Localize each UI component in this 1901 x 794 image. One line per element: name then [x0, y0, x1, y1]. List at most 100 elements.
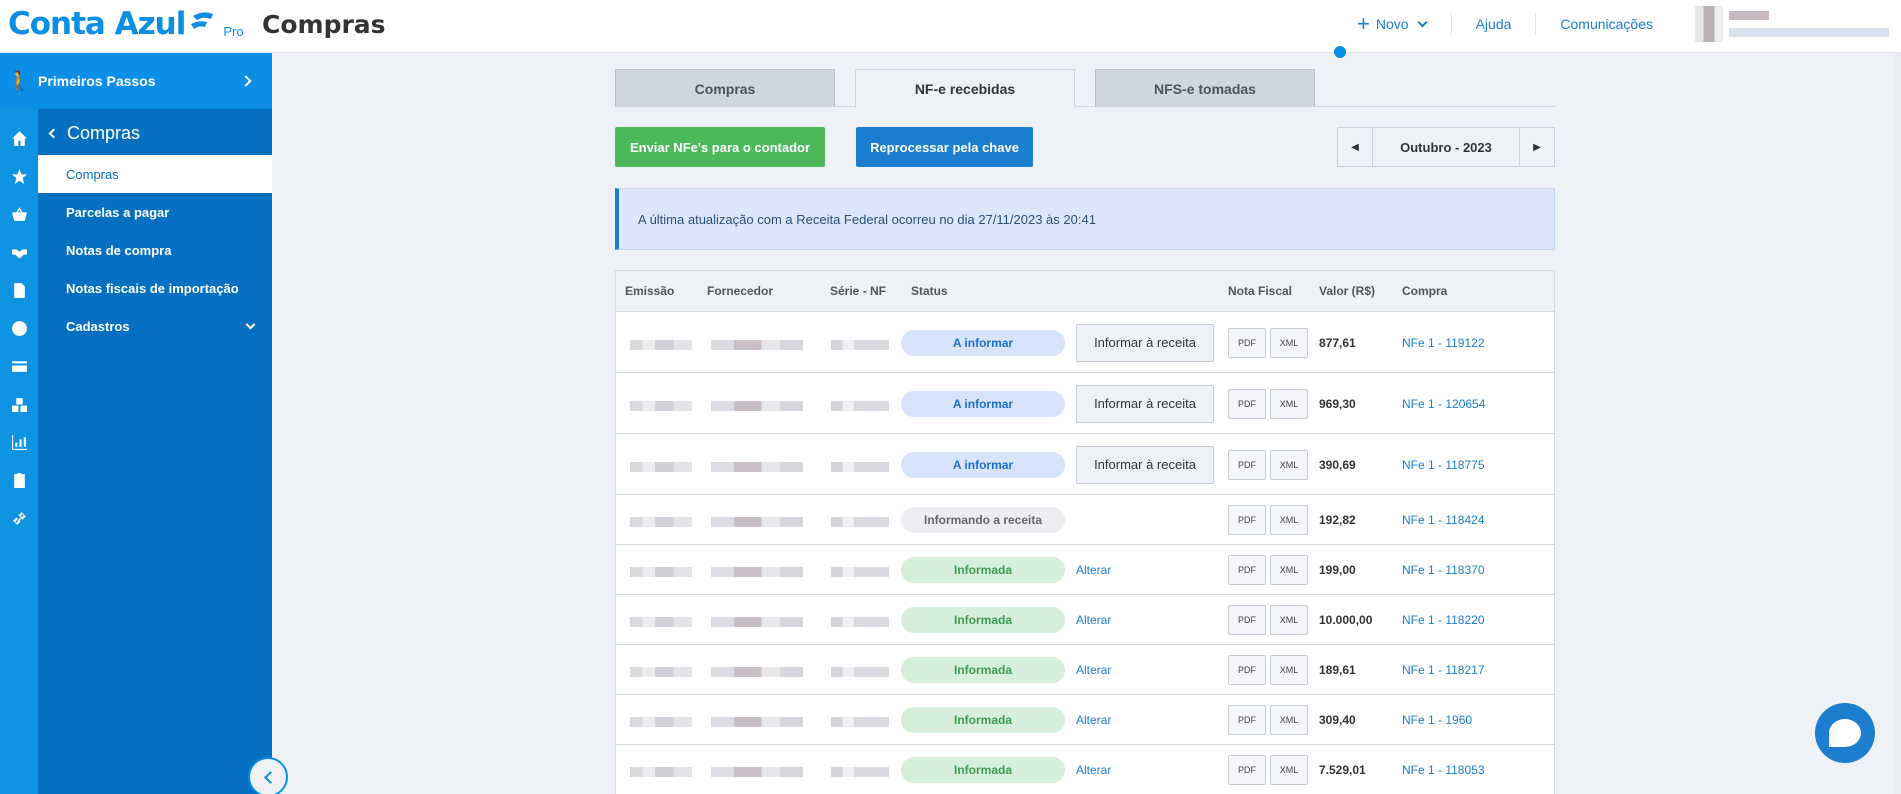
pdf-button[interactable]: PDF: [1228, 327, 1266, 358]
valor-cell: 10.000,00: [1319, 613, 1373, 627]
blurred-emissao: [630, 767, 692, 777]
dollar-icon[interactable]: [0, 309, 38, 347]
blurred-serie: [831, 617, 889, 627]
tab-compras[interactable]: Compras: [615, 69, 835, 107]
xml-button[interactable]: XML: [1270, 755, 1308, 785]
tab-nfse-tomadas[interactable]: NFS-e tomadas: [1095, 69, 1315, 107]
chart-icon[interactable]: [0, 423, 38, 461]
send-nfes-button[interactable]: Enviar NFe's para o contador: [615, 127, 825, 167]
blurred-serie: [831, 339, 889, 350]
xml-button[interactable]: XML: [1270, 449, 1308, 480]
valor-cell: 969,30: [1319, 396, 1356, 411]
alterar-link[interactable]: Alterar: [1076, 663, 1111, 677]
page-title: Compras: [262, 10, 386, 39]
compra-link[interactable]: NFe 1 - 118370: [1402, 563, 1485, 577]
chat-bubble-icon: [1829, 719, 1861, 747]
star-icon[interactable]: [0, 157, 38, 195]
col-nota-fiscal[interactable]: Nota Fiscal: [1228, 284, 1292, 298]
alterar-link[interactable]: Alterar: [1076, 763, 1111, 777]
brand-logo[interactable]: Conta Azul Pro: [8, 6, 244, 42]
blurred-emissao: [630, 567, 692, 577]
table-row: A informar Informar à receita PDF XML 969,30…: [616, 373, 1554, 434]
comunicacoes-link[interactable]: Comunicações: [1536, 16, 1677, 32]
pdf-button[interactable]: PDF: [1228, 705, 1266, 735]
compra-link[interactable]: NFe 1 - 118217: [1402, 663, 1485, 677]
tab-nfe-recebidas[interactable]: NF-e recebidas: [855, 69, 1075, 108]
informar-receita-button[interactable]: Informar à receita: [1076, 445, 1214, 484]
section-back[interactable]: Compras: [48, 123, 140, 144]
compra-link[interactable]: NFe 1 - 118220: [1402, 613, 1485, 627]
prev-month-button[interactable]: ◀: [1338, 128, 1372, 166]
next-month-button[interactable]: ▶: [1520, 128, 1554, 166]
pdf-button[interactable]: PDF: [1228, 755, 1266, 785]
pdf-button[interactable]: PDF: [1228, 555, 1266, 585]
primeiros-passos-item[interactable]: 🚶 Primeiros Passos: [0, 53, 272, 109]
blurred-serie: [831, 461, 889, 472]
sidebar-item-cadastros[interactable]: Cadastros: [38, 307, 272, 345]
xml-button[interactable]: XML: [1270, 388, 1308, 419]
handshake-icon[interactable]: [0, 233, 38, 271]
blurred-fornecedor: [711, 567, 803, 577]
xml-button[interactable]: XML: [1270, 555, 1308, 585]
clipboard-icon[interactable]: [0, 461, 38, 499]
col-serie-nf[interactable]: Série - NF: [830, 284, 886, 298]
pdf-button[interactable]: PDF: [1228, 388, 1266, 419]
sidebar-item-parcelas[interactable]: Parcelas a pagar: [38, 193, 272, 231]
informar-receita-button[interactable]: Informar à receita: [1076, 384, 1214, 423]
col-valor[interactable]: Valor (R$): [1319, 284, 1375, 298]
document-icon[interactable]: [0, 271, 38, 309]
valor-cell: 7.529,01: [1319, 763, 1366, 777]
xml-button[interactable]: XML: [1270, 327, 1308, 358]
blurred-serie: [831, 400, 889, 411]
col-emissao[interactable]: Emissão: [625, 284, 674, 298]
alterar-link[interactable]: Alterar: [1076, 613, 1111, 627]
valor-cell: 189,61: [1319, 663, 1356, 677]
collapse-sidebar-button[interactable]: [248, 757, 288, 794]
blurred-fornecedor: [711, 617, 803, 627]
compra-link[interactable]: NFe 1 - 120654: [1402, 397, 1485, 411]
reprocess-button[interactable]: Reprocessar pela chave: [856, 127, 1033, 167]
xml-button[interactable]: XML: [1270, 505, 1308, 535]
compra-link[interactable]: NFe 1 - 118775: [1402, 458, 1485, 472]
col-fornecedor[interactable]: Fornecedor: [707, 284, 773, 298]
pdf-button[interactable]: PDF: [1228, 655, 1266, 685]
compra-link[interactable]: NFe 1 - 118424: [1402, 513, 1485, 527]
pdf-button[interactable]: PDF: [1228, 449, 1266, 480]
boxes-icon[interactable]: [0, 385, 38, 423]
blurred-serie: [831, 667, 889, 677]
primeiros-passos-label: Primeiros Passos: [38, 73, 156, 89]
valor-cell: 390,69: [1319, 457, 1356, 472]
sidebar-item-notas-compra[interactable]: Notas de compra: [38, 231, 272, 269]
alterar-link[interactable]: Alterar: [1076, 563, 1111, 577]
scrollbar[interactable]: [1895, 53, 1901, 794]
col-status[interactable]: Status: [911, 284, 948, 298]
compra-link[interactable]: NFe 1 - 1960: [1402, 713, 1472, 727]
brand-name: Conta Azul: [8, 6, 186, 42]
sidebar-item-notas-importacao[interactable]: Notas fiscais de importação: [38, 269, 272, 307]
link-icon[interactable]: [0, 499, 38, 537]
alterar-link[interactable]: Alterar: [1076, 713, 1111, 727]
sidebar-item-compras[interactable]: Compras: [38, 155, 272, 193]
brand-pro: Pro: [223, 24, 244, 39]
col-compra[interactable]: Compra: [1402, 284, 1447, 298]
xml-button[interactable]: XML: [1270, 655, 1308, 685]
xml-button[interactable]: XML: [1270, 605, 1308, 635]
user-menu[interactable]: [1677, 6, 1901, 42]
blurred-serie: [831, 517, 889, 527]
blurred-emissao: [630, 400, 692, 411]
pdf-button[interactable]: PDF: [1228, 605, 1266, 635]
pdf-button[interactable]: PDF: [1228, 505, 1266, 535]
card-icon[interactable]: [0, 347, 38, 385]
compra-link[interactable]: NFe 1 - 118053: [1402, 763, 1485, 777]
home-icon[interactable]: [0, 119, 38, 157]
informar-receita-button[interactable]: Informar à receita: [1076, 323, 1214, 362]
novo-button[interactable]: + Novo: [1332, 11, 1451, 58]
chat-button[interactable]: [1815, 703, 1875, 763]
ajuda-link[interactable]: Ajuda: [1452, 16, 1536, 32]
compra-link[interactable]: NFe 1 - 119122: [1402, 336, 1485, 350]
xml-button[interactable]: XML: [1270, 705, 1308, 735]
basket-icon[interactable]: [0, 195, 38, 233]
novo-label: Novo: [1375, 16, 1409, 32]
plus-icon: +: [1357, 11, 1370, 36]
blurred-fornecedor: [711, 461, 803, 472]
